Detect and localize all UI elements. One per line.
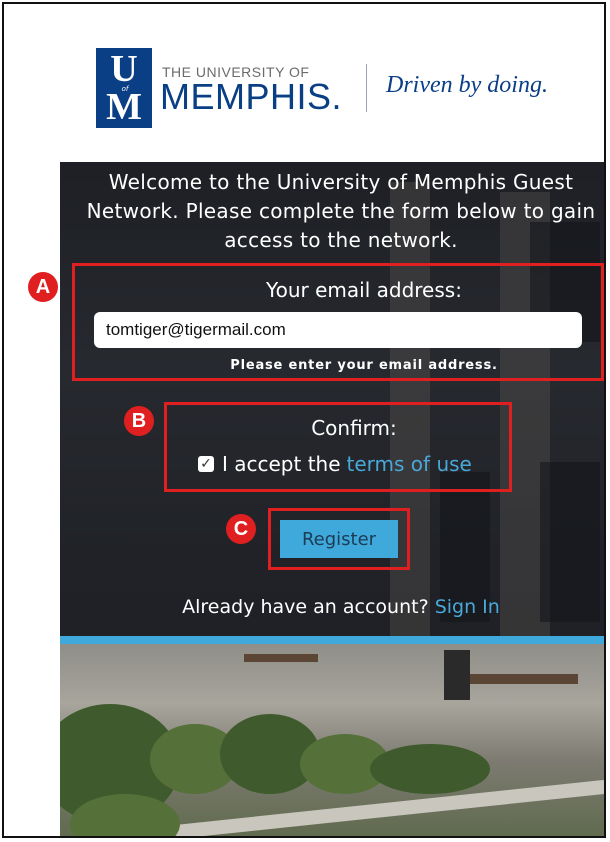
- shrub: [370, 744, 490, 794]
- annotation-box-a: [72, 263, 604, 381]
- tagline: Driven by doing.: [386, 72, 548, 98]
- annotation-badge-c: C: [226, 514, 256, 544]
- sign-in-link[interactable]: Sign In: [435, 596, 500, 618]
- university-name-large: MEMPHIS.: [160, 76, 343, 117]
- header-divider: [366, 64, 367, 112]
- trash-can: [444, 650, 470, 700]
- annotation-badge-b: B: [124, 406, 154, 436]
- welcome-message: Welcome to the University of Memphis Gue…: [86, 170, 596, 252]
- university-logo[interactable]: U of M: [96, 48, 152, 128]
- annotation-box-c: [268, 508, 410, 570]
- bench: [244, 654, 318, 662]
- plaza-photo: [60, 644, 604, 836]
- logo-letter-u: U: [110, 48, 138, 90]
- already-account-text: Already have an account?: [182, 596, 429, 618]
- sign-in-prompt: Already have an account? Sign In: [60, 596, 604, 618]
- logo-letter-m: M: [106, 86, 142, 128]
- annotation-box-b: [164, 402, 512, 492]
- accent-bar: [60, 636, 604, 644]
- screenshot-frame: U of M THE UNIVERSITY OF MEMPHIS. Driven…: [2, 2, 606, 838]
- annotation-badge-a: A: [28, 272, 58, 302]
- site-header: U of M THE UNIVERSITY OF MEMPHIS. Driven…: [4, 4, 604, 162]
- bench: [468, 674, 578, 684]
